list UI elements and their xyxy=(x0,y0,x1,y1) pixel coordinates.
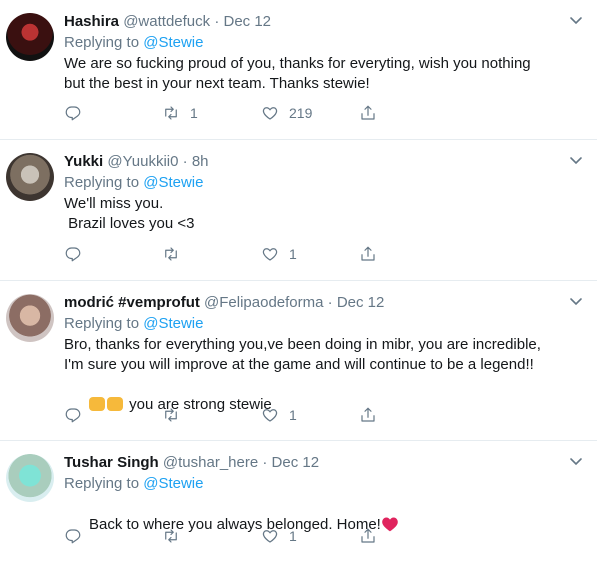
display-name[interactable]: Yukki xyxy=(64,153,103,170)
separator: · xyxy=(182,153,188,170)
retweet-button[interactable]: 1 xyxy=(162,103,198,123)
timestamp[interactable]: Dec 12 xyxy=(272,454,320,471)
separator: · xyxy=(327,294,333,311)
chevron-down-icon[interactable] xyxy=(569,297,583,307)
retweet-icon xyxy=(162,245,180,263)
tweet-text: Bro, thanks for everything you,ve been d… xyxy=(64,336,541,373)
username[interactable]: @tushar_here xyxy=(163,454,258,471)
replying-label: Replying to xyxy=(64,174,140,191)
reply-icon xyxy=(64,104,82,122)
tweet-header: Yukki @Yuukkii0 · 8h xyxy=(64,153,583,171)
retweet-icon xyxy=(162,104,180,122)
timestamp[interactable]: Dec 12 xyxy=(223,13,271,30)
tweet-actions: 1 xyxy=(64,526,394,546)
reply-button[interactable] xyxy=(64,244,82,264)
username[interactable]: @Yuukkii0 xyxy=(107,153,178,170)
reply-icon xyxy=(64,527,82,545)
display-name[interactable]: Tushar Singh xyxy=(64,454,159,471)
tweet-header: Tushar Singh @tushar_here · Dec 12 xyxy=(64,454,583,472)
replying-to: Replying to @Stewie xyxy=(64,314,583,334)
retweet-button[interactable] xyxy=(162,405,190,425)
like-count: 219 xyxy=(289,105,313,121)
share-icon xyxy=(359,104,377,122)
tweet-yukki[interactable]: Yukki @Yuukkii0 · 8h Replying to @Stewie… xyxy=(0,140,597,281)
replying-label: Replying to xyxy=(64,315,140,332)
retweet-button[interactable] xyxy=(162,526,190,546)
tweet-text: We are so fucking proud of you, thanks f… xyxy=(64,55,531,92)
mention-link[interactable]: @Stewie xyxy=(143,475,203,492)
retweet-count: 1 xyxy=(190,105,198,121)
like-icon xyxy=(261,245,279,263)
tweet-text: We'll miss you. Brazil loves you <3 xyxy=(64,195,195,232)
share-icon xyxy=(359,245,377,263)
reply-button[interactable] xyxy=(64,103,82,123)
retweet-icon xyxy=(162,527,180,545)
chevron-down-icon[interactable] xyxy=(569,156,583,166)
username[interactable]: @Felipaodeforma xyxy=(204,294,323,311)
mention-link[interactable]: @Stewie xyxy=(143,174,203,191)
timestamp[interactable]: 8h xyxy=(192,153,209,170)
like-button[interactable]: 1 xyxy=(261,244,297,264)
mention-link[interactable]: @Stewie xyxy=(143,34,203,51)
username[interactable]: @wattdefuck xyxy=(123,13,210,30)
like-button[interactable]: 1 xyxy=(261,405,297,425)
reply-icon xyxy=(64,245,82,263)
mention-link[interactable]: @Stewie xyxy=(143,315,203,332)
display-name[interactable]: Hashira xyxy=(64,13,119,30)
retweet-icon xyxy=(162,406,180,424)
tweet-actions: 1 219 xyxy=(64,103,394,123)
like-icon xyxy=(261,406,279,424)
share-icon xyxy=(359,527,377,545)
tweet-hashira[interactable]: Hashira @wattdefuck · Dec 12 Replying to… xyxy=(0,0,597,140)
tweet-modric[interactable]: modrić #vemprofut @Felipaodeforma · Dec … xyxy=(0,281,597,441)
replying-to: Replying to @Stewie xyxy=(64,33,583,53)
chevron-down-icon[interactable] xyxy=(569,457,583,467)
display-name[interactable]: modrić #vemprofut xyxy=(64,294,200,311)
replying-label: Replying to xyxy=(64,34,140,51)
share-button[interactable] xyxy=(359,103,377,123)
tweet-text-line: Back to where you always belonged. Home! xyxy=(64,495,583,555)
tweet-header: Hashira @wattdefuck · Dec 12 xyxy=(64,13,583,31)
avatar[interactable] xyxy=(6,294,54,342)
like-icon xyxy=(261,104,279,122)
retweet-button[interactable] xyxy=(162,244,190,264)
like-count: 1 xyxy=(289,407,297,423)
like-button[interactable]: 1 xyxy=(261,526,297,546)
like-count: 1 xyxy=(289,528,297,544)
avatar[interactable] xyxy=(6,153,54,201)
like-button[interactable]: 219 xyxy=(261,103,312,123)
avatar[interactable] xyxy=(6,13,54,61)
share-icon xyxy=(359,406,377,424)
separator: · xyxy=(262,454,268,471)
reply-button[interactable] xyxy=(64,526,82,546)
tweet-tushar[interactable]: Tushar Singh @tushar_here · Dec 12 Reply… xyxy=(0,441,597,562)
replying-to: Replying to @Stewie xyxy=(64,474,583,494)
separator: · xyxy=(214,13,220,30)
tweet-actions: 1 xyxy=(64,405,394,425)
avatar[interactable] xyxy=(6,454,54,502)
like-icon xyxy=(261,527,279,545)
chevron-down-icon[interactable] xyxy=(569,16,583,26)
replying-label: Replying to xyxy=(64,475,140,492)
tweet-actions: 1 xyxy=(64,244,394,264)
reply-button[interactable] xyxy=(64,405,82,425)
like-count: 1 xyxy=(289,246,297,262)
replying-to: Replying to @Stewie xyxy=(64,173,583,193)
reply-icon xyxy=(64,406,82,424)
timestamp[interactable]: Dec 12 xyxy=(337,294,385,311)
share-button[interactable] xyxy=(359,526,377,546)
share-button[interactable] xyxy=(359,244,377,264)
share-button[interactable] xyxy=(359,405,377,425)
tweet-header: modrić #vemprofut @Felipaodeforma · Dec … xyxy=(64,294,583,312)
